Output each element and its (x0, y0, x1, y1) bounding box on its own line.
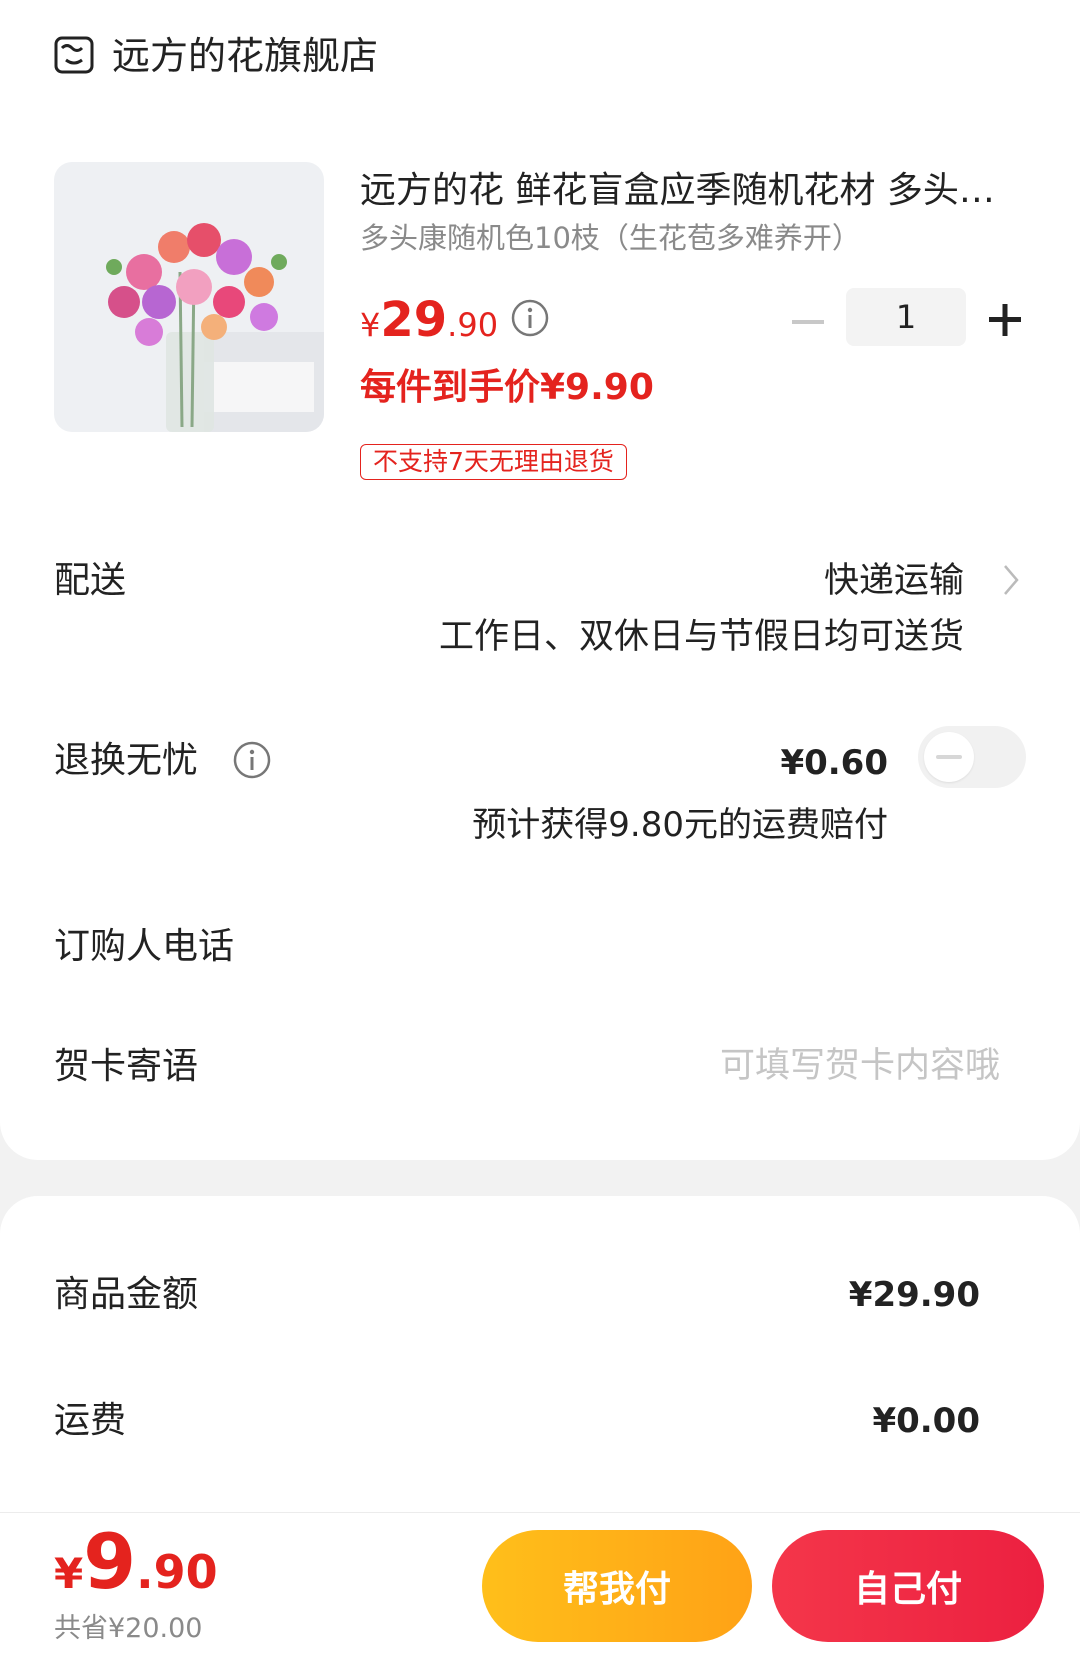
greeting-card-label: 贺卡寄语 (54, 1046, 199, 1087)
toggle-off-icon (936, 755, 962, 759)
summary-card (0, 1196, 1080, 1516)
info-icon[interactable] (510, 298, 550, 338)
quantity-plus-button[interactable] (985, 300, 1025, 340)
product-price: ¥29.90 (360, 290, 498, 361)
insurance-price: ¥0.60 (780, 743, 888, 783)
shipping-fee-value: ¥0.00 (872, 1401, 980, 1441)
shipping-fee-label: 运费 (54, 1400, 127, 1441)
delivery-method[interactable]: 快递运输 (824, 556, 964, 606)
total-currency: ¥ (54, 1549, 84, 1598)
saved-amount: 共省¥20.00 (54, 1613, 203, 1644)
price-currency: ¥ (360, 306, 381, 344)
total-price: ¥9.90 (54, 1522, 218, 1623)
return-policy-badge: 不支持7天无理由退货 (360, 444, 627, 480)
goods-amount-label: 商品金额 (54, 1274, 199, 1315)
insurance-note: 预计获得9.80元的运费赔付 (472, 805, 888, 845)
quantity-value[interactable]: 1 (846, 288, 966, 346)
store-name[interactable]: 远方的花旗舰店 (112, 30, 378, 82)
quantity-minus-button[interactable] (788, 302, 828, 342)
goods-amount-value: ¥29.90 (848, 1275, 980, 1315)
product-image[interactable] (54, 162, 324, 432)
info-icon[interactable] (232, 740, 272, 780)
total-integer: 9 (83, 1517, 137, 1606)
insurance-label: 退换无忧 (54, 740, 199, 781)
buyer-phone-label[interactable]: 订购人电话 (54, 922, 234, 972)
product-title[interactable]: 远方的花 鲜花盲盒应季随机花材 多头康乃馨 (360, 166, 1000, 216)
delivery-label: 配送 (54, 560, 127, 601)
help-me-pay-button[interactable]: 帮我付 (482, 1530, 752, 1642)
greeting-card-input[interactable] (640, 1036, 1000, 1096)
pay-myself-button[interactable]: 自己付 (772, 1530, 1044, 1642)
chevron-right-icon[interactable] (1000, 562, 1022, 598)
delivery-note: 工作日、双休日与节假日均可送货 (438, 617, 964, 657)
store-icon (54, 36, 94, 74)
product-sku[interactable]: 多头康随机色10枝（生花苞多难养开） (360, 218, 861, 258)
total-decimal: .90 (136, 1545, 218, 1599)
price-integer: 29 (380, 292, 448, 348)
unit-price: 每件到手价¥9.90 (360, 367, 654, 408)
price-decimal: .90 (447, 306, 499, 344)
